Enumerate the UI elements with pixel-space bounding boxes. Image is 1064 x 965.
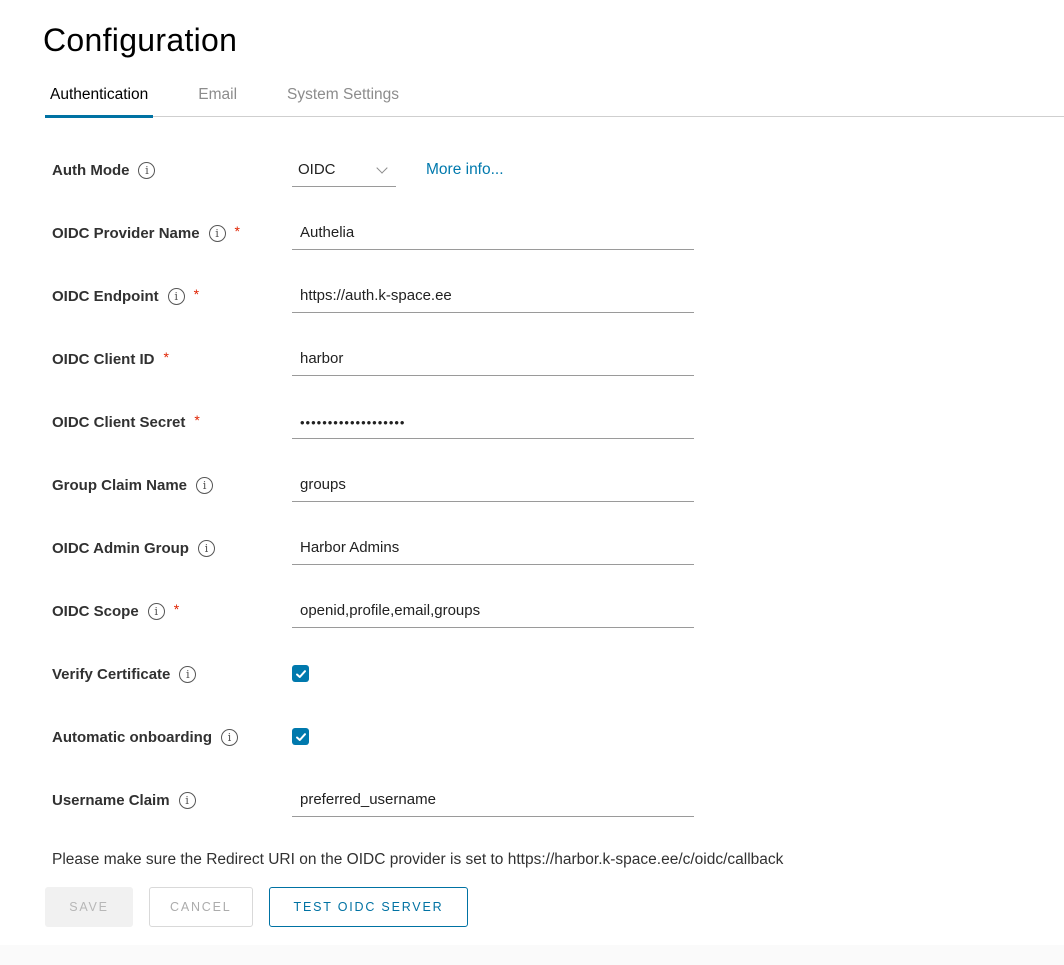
info-icon[interactable]: i bbox=[221, 729, 238, 746]
field-label: OIDC Admin Group bbox=[52, 540, 189, 557]
oidc-client-secret-input[interactable] bbox=[292, 410, 694, 439]
form-row-oidc-client-secret: OIDC Client Secret * bbox=[52, 410, 1064, 473]
form-row-automatic-onboarding: Automatic onboarding i bbox=[52, 725, 1064, 788]
chevron-down-icon bbox=[376, 162, 387, 173]
required-marker: * bbox=[235, 223, 240, 239]
form-row-oidc-endpoint: OIDC Endpoint i * bbox=[52, 284, 1064, 347]
required-marker: * bbox=[194, 412, 199, 428]
field-label: OIDC Scope bbox=[52, 603, 139, 620]
form-row-verify-certificate: Verify Certificate i bbox=[52, 662, 1064, 725]
action-bar: SAVE CANCEL TEST OIDC SERVER bbox=[45, 887, 1064, 927]
field-label: Verify Certificate bbox=[52, 666, 170, 683]
tab-email[interactable]: Email bbox=[193, 86, 242, 118]
form-row-oidc-client-id: OIDC Client ID * bbox=[52, 347, 1064, 410]
field-label: Username Claim bbox=[52, 792, 170, 809]
tab-system-settings[interactable]: System Settings bbox=[282, 86, 404, 118]
required-marker: * bbox=[194, 286, 199, 302]
verify-certificate-checkbox[interactable] bbox=[292, 665, 309, 682]
info-icon[interactable]: i bbox=[138, 162, 155, 179]
form-row-group-claim-name: Group Claim Name i bbox=[52, 473, 1064, 536]
redirect-uri-note: Please make sure the Redirect URI on the… bbox=[52, 851, 1064, 869]
more-info-link[interactable]: More info... bbox=[426, 161, 504, 179]
authentication-form: Auth Mode i OIDC More info... OIDC Provi… bbox=[52, 158, 1064, 851]
required-marker: * bbox=[174, 601, 179, 617]
field-label: OIDC Client ID bbox=[52, 351, 155, 368]
info-icon[interactable]: i bbox=[179, 666, 196, 683]
configuration-page: Configuration Authentication Email Syste… bbox=[0, 0, 1064, 965]
oidc-provider-name-input[interactable] bbox=[292, 221, 694, 250]
info-icon[interactable]: i bbox=[198, 540, 215, 557]
field-label: Group Claim Name bbox=[52, 477, 187, 494]
username-claim-input[interactable] bbox=[292, 788, 694, 817]
field-label: OIDC Client Secret bbox=[52, 414, 185, 431]
oidc-endpoint-input[interactable] bbox=[292, 284, 694, 313]
info-icon[interactable]: i bbox=[209, 225, 226, 242]
info-icon[interactable]: i bbox=[168, 288, 185, 305]
form-row-oidc-provider-name: OIDC Provider Name i * bbox=[52, 221, 1064, 284]
field-label: OIDC Provider Name bbox=[52, 225, 200, 242]
oidc-scope-input[interactable] bbox=[292, 599, 694, 628]
info-icon[interactable]: i bbox=[179, 792, 196, 809]
auth-mode-selected-value: OIDC bbox=[298, 161, 336, 178]
form-row-username-claim: Username Claim i bbox=[52, 788, 1064, 851]
oidc-client-id-input[interactable] bbox=[292, 347, 694, 376]
form-row-oidc-scope: OIDC Scope i * bbox=[52, 599, 1064, 662]
test-oidc-server-button[interactable]: TEST OIDC SERVER bbox=[269, 887, 469, 927]
cancel-button[interactable]: CANCEL bbox=[149, 887, 253, 927]
info-icon[interactable]: i bbox=[196, 477, 213, 494]
auth-mode-select[interactable]: OIDC bbox=[292, 158, 396, 187]
info-icon[interactable]: i bbox=[148, 603, 165, 620]
page-background-strip bbox=[0, 945, 1064, 965]
tab-authentication[interactable]: Authentication bbox=[45, 86, 153, 118]
oidc-admin-group-input[interactable] bbox=[292, 536, 694, 565]
field-label: Auth Mode bbox=[52, 162, 129, 179]
form-row-auth-mode: Auth Mode i OIDC More info... bbox=[52, 158, 1064, 221]
automatic-onboarding-checkbox[interactable] bbox=[292, 728, 309, 745]
group-claim-name-input[interactable] bbox=[292, 473, 694, 502]
field-label: Automatic onboarding bbox=[52, 729, 212, 746]
field-label: OIDC Endpoint bbox=[52, 288, 159, 305]
tab-bar: Authentication Email System Settings bbox=[45, 86, 1064, 117]
save-button[interactable]: SAVE bbox=[45, 887, 133, 927]
required-marker: * bbox=[164, 349, 169, 365]
form-row-oidc-admin-group: OIDC Admin Group i bbox=[52, 536, 1064, 599]
page-title: Configuration bbox=[43, 22, 1064, 59]
